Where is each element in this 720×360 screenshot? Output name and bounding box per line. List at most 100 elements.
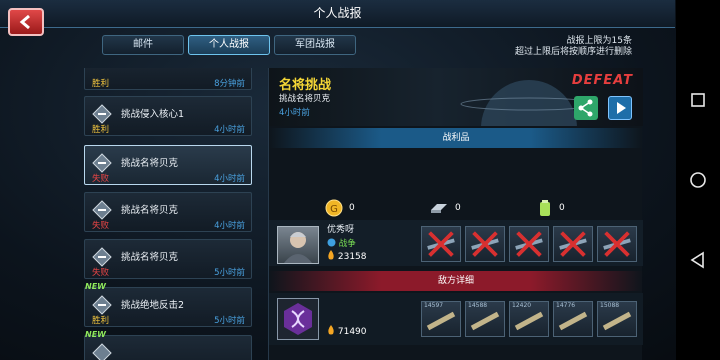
new-badge: NEW bbox=[85, 282, 106, 291]
loot-header: 战利品 bbox=[269, 128, 643, 148]
circle-home-icon[interactable] bbox=[688, 170, 708, 190]
share-button[interactable] bbox=[574, 96, 598, 120]
soldier-portrait-icon bbox=[284, 232, 312, 263]
limit-line-2: 超过上限后将按顺序进行删除 bbox=[514, 47, 632, 57]
battle-jet-icon bbox=[92, 247, 112, 267]
triangle-back-icon[interactable] bbox=[688, 250, 708, 270]
enemy-unit-power: 14597 bbox=[424, 302, 444, 309]
player-units bbox=[421, 226, 637, 262]
list-item[interactable]: 挑战名将贝克 失败 4小时前 bbox=[84, 192, 252, 232]
enemy-unit-power: 14588 bbox=[468, 302, 488, 309]
item-name: 挑战绝地反击2 bbox=[121, 300, 185, 311]
player-unit-destroyed[interactable] bbox=[421, 226, 461, 262]
play-icon bbox=[617, 102, 626, 114]
item-time: 4小时前 bbox=[214, 221, 245, 231]
enemy-unit[interactable]: 14588 bbox=[465, 301, 505, 337]
loot-gold: G 0 bbox=[325, 196, 355, 220]
tab-personal-report[interactable]: 个人战报 bbox=[188, 35, 270, 55]
replay-button[interactable] bbox=[608, 96, 632, 120]
share-icon bbox=[578, 99, 593, 117]
item-result: 胜利 bbox=[92, 316, 110, 326]
player-stat-label: 战争 bbox=[338, 239, 356, 249]
list-item[interactable]: 挑战侵入核心1 胜利 4小时前 bbox=[84, 96, 252, 136]
enemy-unit[interactable]: 15088 bbox=[597, 301, 637, 337]
metal-ingot-icon bbox=[431, 204, 447, 213]
item-result: 失败 bbox=[92, 268, 110, 278]
destroyed-x-icon bbox=[559, 231, 587, 257]
player-unit-destroyed[interactable] bbox=[553, 226, 593, 262]
list-item[interactable]: NEW bbox=[84, 330, 252, 360]
battle-jet-icon bbox=[92, 104, 112, 124]
destroyed-x-icon bbox=[427, 231, 455, 257]
loot-gold-value: 0 bbox=[349, 203, 355, 213]
player-name: 优秀呀 bbox=[327, 225, 355, 235]
battle-jet-icon bbox=[92, 200, 112, 220]
item-result: 胜利 bbox=[92, 79, 110, 89]
square-recent-apps-icon[interactable] bbox=[688, 90, 708, 110]
detail-title: 名将挑战 bbox=[279, 78, 332, 93]
item-name: 挑战名将贝克 bbox=[121, 158, 179, 169]
item-name: 挑战侵入核心1 bbox=[121, 109, 185, 120]
enemy-unit-power: 15088 bbox=[600, 302, 620, 309]
player-unit-destroyed[interactable] bbox=[597, 226, 637, 262]
destroyed-x-icon bbox=[515, 231, 543, 257]
loot-row: G 0 0 0 bbox=[269, 196, 643, 220]
item-result: 胜利 bbox=[92, 125, 110, 135]
list-item[interactable]: 胜利 8分钟前 bbox=[84, 68, 252, 90]
destroyed-x-icon bbox=[603, 231, 631, 257]
detail-subtitle: 挑战名将贝克 bbox=[279, 94, 331, 104]
battle-jet-icon bbox=[92, 295, 112, 315]
enemy-avatar bbox=[277, 298, 319, 340]
item-result: 失败 bbox=[92, 221, 110, 231]
list-item-selected[interactable]: 挑战名将贝克 失败 4小时前 bbox=[84, 145, 252, 185]
dna-emblem-icon bbox=[284, 303, 312, 335]
player-stat: 战争 bbox=[327, 237, 356, 249]
list-item[interactable]: NEW 挑战绝地反击2 胜利 5小时前 bbox=[84, 282, 252, 327]
enemy-power: 71490 bbox=[327, 325, 367, 337]
item-time: 4小时前 bbox=[214, 125, 245, 135]
tab-mail[interactable]: 邮件 bbox=[102, 35, 184, 55]
item-name: 挑战名将贝克 bbox=[121, 252, 179, 263]
android-nav-bar bbox=[676, 0, 720, 360]
destroyed-x-icon bbox=[471, 231, 499, 257]
tab-legion-report[interactable]: 军团战报 bbox=[274, 35, 356, 55]
report-detail-panel: 名将挑战 挑战名将贝克 4小时前 DEFEAT 战利品 G 0 0 0 优秀呀 … bbox=[268, 68, 643, 360]
player-power: 23158 bbox=[327, 250, 367, 262]
item-time: 5小时前 bbox=[214, 316, 245, 326]
item-time: 4小时前 bbox=[214, 174, 245, 184]
report-limit-note: 战报上限为15条 超过上限后将按顺序进行删除 bbox=[515, 36, 632, 58]
svg-text:G: G bbox=[330, 204, 338, 215]
flame-icon bbox=[328, 325, 334, 335]
loot-metal: 0 bbox=[429, 196, 461, 220]
enemy-row: 71490 14597 14588 12420 14776 15088 bbox=[269, 293, 643, 345]
gold-coin-icon: G bbox=[325, 199, 343, 217]
enemy-units: 14597 14588 12420 14776 15088 bbox=[421, 301, 637, 337]
battle-jet-icon bbox=[92, 343, 112, 360]
enemy-unit[interactable]: 14776 bbox=[553, 301, 593, 337]
item-time: 5小时前 bbox=[214, 268, 245, 278]
detail-time: 4小时前 bbox=[279, 108, 310, 118]
item-name: 挑战名将贝克 bbox=[121, 205, 179, 216]
player-unit-destroyed[interactable] bbox=[465, 226, 505, 262]
enemy-unit[interactable]: 12420 bbox=[509, 301, 549, 337]
fuel-canister-icon bbox=[540, 200, 550, 216]
list-item[interactable]: 挑战名将贝克 失败 5小时前 bbox=[84, 239, 252, 279]
player-row: 优秀呀 战争 23158 bbox=[269, 220, 643, 266]
limit-line-1: 战报上限为15条 bbox=[566, 36, 632, 46]
page-title: 个人战报 bbox=[313, 6, 362, 20]
enemy-unit[interactable]: 14597 bbox=[421, 301, 461, 337]
item-time: 8分钟前 bbox=[214, 79, 245, 89]
player-avatar bbox=[277, 226, 319, 264]
player-unit-destroyed[interactable] bbox=[509, 226, 549, 262]
outcome-label: DEFEAT bbox=[571, 73, 633, 88]
new-badge: NEW bbox=[85, 330, 106, 339]
battle-jet-icon bbox=[92, 153, 112, 173]
back-button[interactable] bbox=[8, 8, 44, 36]
report-list[interactable]: 胜利 8分钟前 挑战侵入核心1 胜利 4小时前 挑战名将贝克 失败 4小时前 挑… bbox=[84, 68, 254, 360]
player-power-value: 23158 bbox=[337, 252, 367, 262]
enemy-header: 敌方详细 bbox=[269, 271, 643, 291]
loot-fuel-value: 0 bbox=[559, 203, 565, 213]
game-screen: 个人战报 邮件 个人战报 军团战报 战报上限为15条 超过上限后将按顺序进行删除… bbox=[0, 0, 720, 360]
tab-bar: 邮件 个人战报 军团战报 bbox=[102, 35, 356, 55]
enemy-unit-power: 14776 bbox=[556, 302, 576, 309]
